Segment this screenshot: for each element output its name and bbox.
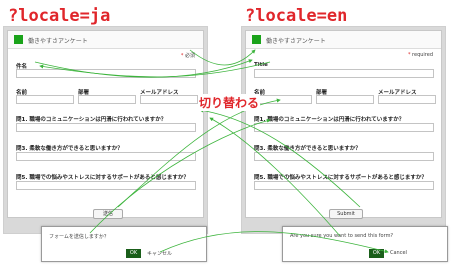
department-input[interactable] bbox=[78, 95, 136, 104]
submit-button[interactable]: Submit bbox=[329, 209, 363, 219]
dialog-message: Are you sure you want to send this form? bbox=[290, 233, 394, 239]
required-note: * required bbox=[407, 52, 433, 58]
dialog-cancel-button[interactable]: Cancel bbox=[390, 250, 407, 256]
question-1-input[interactable] bbox=[254, 123, 434, 132]
email-input[interactable] bbox=[140, 95, 198, 104]
form-panel-ja: 働きやすさアンケート * 必須 件名 名前 部署 メールアドレス 問1. 職場の… bbox=[3, 26, 208, 234]
name-input[interactable] bbox=[16, 95, 74, 104]
required-note: * 必須 bbox=[180, 53, 195, 59]
dialog-cancel-button[interactable]: キャンセル bbox=[147, 250, 172, 257]
locale-ja-heading: ?locale=ja bbox=[8, 6, 111, 26]
dialog-message: フォームを送信しますか？ bbox=[49, 234, 109, 240]
locale-en-heading: ?locale=en bbox=[245, 6, 348, 26]
name-input[interactable] bbox=[254, 95, 312, 104]
form-card: 働きやすさアンケート * 必須 件名 名前 部署 メールアドレス 問1. 職場の… bbox=[7, 30, 204, 219]
question-1-input[interactable] bbox=[16, 123, 196, 132]
form-panel-en: 働きやすさアンケート * required Title 名前 部署 メールアドレ… bbox=[241, 26, 446, 234]
question-5-input[interactable] bbox=[254, 181, 434, 190]
question-1-label: 問1. 職場のコミュニケーションは円滑に行われていますか？ bbox=[254, 117, 405, 123]
form-title: 働きやすさアンケート bbox=[28, 38, 88, 45]
submit-button[interactable]: 送信 bbox=[93, 209, 123, 219]
question-3-input[interactable] bbox=[254, 152, 434, 161]
dialog-ok-button[interactable]: OK bbox=[126, 249, 141, 258]
question-3-input[interactable] bbox=[16, 152, 196, 161]
form-card: 働きやすさアンケート * required Title 名前 部署 メールアドレ… bbox=[245, 30, 442, 219]
question-3-label: 問3. 柔軟な働き方ができると思いますか？ bbox=[16, 146, 123, 152]
form-title: 働きやすさアンケート bbox=[266, 38, 326, 45]
question-3-label: 問3. 柔軟な働き方ができると思いますか？ bbox=[254, 146, 361, 152]
dialog-ok-button[interactable]: OK bbox=[369, 249, 384, 258]
title-label: Title bbox=[254, 62, 268, 68]
confirm-dialog-ja: フォームを送信しますか？ OK キャンセル bbox=[41, 226, 207, 262]
required-note-text: required bbox=[412, 52, 433, 58]
form-header-icon bbox=[252, 35, 261, 44]
title-input[interactable] bbox=[254, 69, 434, 78]
form-header: 働きやすさアンケート bbox=[8, 31, 203, 49]
form-header-icon bbox=[14, 35, 23, 44]
required-note-text: 必須 bbox=[184, 53, 195, 59]
question-5-input[interactable] bbox=[16, 181, 196, 190]
email-input[interactable] bbox=[378, 95, 436, 104]
question-5-label: 問5. 職場での悩みやストレスに対するサポートがあると感じますか？ bbox=[16, 175, 189, 181]
title-input[interactable] bbox=[16, 69, 196, 78]
question-1-label: 問1. 職場のコミュニケーションは円滑に行われていますか？ bbox=[16, 117, 167, 123]
department-input[interactable] bbox=[316, 95, 374, 104]
switch-label: 切り替わる bbox=[198, 94, 261, 111]
form-header: 働きやすさアンケート bbox=[246, 31, 441, 49]
question-5-label: 問5. 職場での悩みやストレスに対するサポートがあると感じますか？ bbox=[254, 175, 427, 181]
confirm-dialog-en: Are you sure you want to send this form?… bbox=[282, 226, 448, 262]
